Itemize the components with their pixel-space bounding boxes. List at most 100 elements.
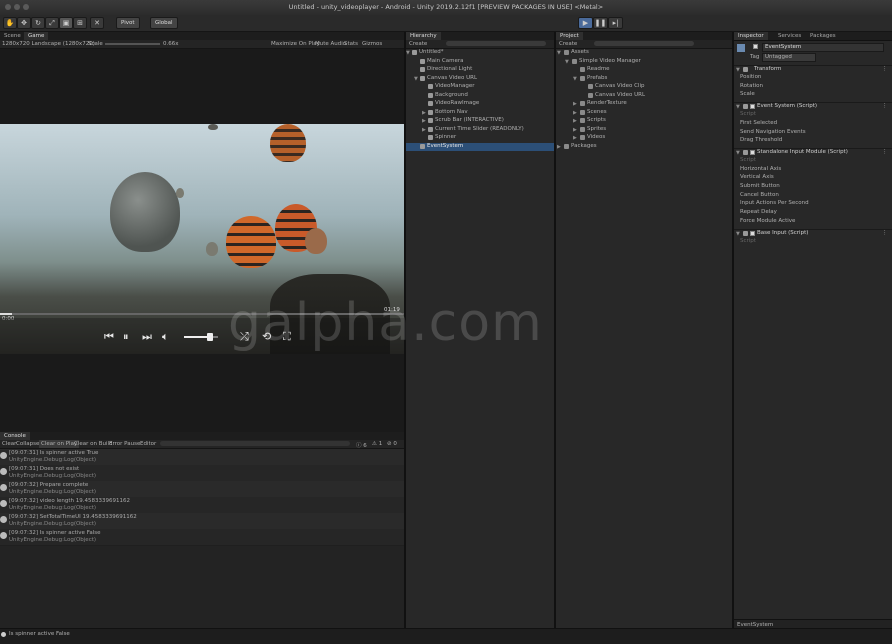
project-item[interactable]: ▶ Packages (556, 143, 732, 151)
custom-tool-icon[interactable]: ✕ (90, 17, 104, 29)
component-header[interactable]: ▼ Standalone Input Module (Script) ⋮ (734, 147, 892, 157)
foldout-arrow-icon[interactable]: ▼ (736, 67, 740, 73)
project-item[interactable]: ▼ Prefabs (556, 75, 732, 83)
collapse-button[interactable]: Collapse (16, 441, 39, 447)
expand-arrow-icon[interactable]: ▼ (406, 50, 410, 56)
gizmos-dropdown[interactable]: Gizmos (362, 41, 382, 47)
inspector-field[interactable]: Rotation (734, 83, 892, 91)
hierarchy-item[interactable]: Background (406, 92, 554, 100)
component-menu-icon[interactable]: ⋮ (882, 103, 888, 109)
inspector-field[interactable]: Force Module Active (734, 218, 892, 226)
component-enabled-checkbox[interactable] (750, 230, 755, 236)
component-enabled-checkbox[interactable] (750, 149, 755, 155)
expand-arrow-icon[interactable]: ▶ (573, 127, 577, 133)
inspector-field[interactable]: First Selected (734, 120, 892, 128)
transform-tool-icon[interactable]: ⊞ (73, 17, 87, 29)
inspector-field[interactable]: Cancel Button (734, 192, 892, 200)
rect-tool-icon[interactable]: ▣ (59, 17, 73, 29)
hierarchy-item[interactable]: ▼ Untitled* (406, 49, 554, 57)
hierarchy-item[interactable]: ▼ Canvas Video URL (406, 75, 554, 83)
rotate-tool-icon[interactable]: ↻ (31, 17, 45, 29)
console-search-input[interactable] (160, 441, 350, 446)
project-item[interactable]: Readme (556, 66, 732, 74)
tab-game[interactable]: Game (24, 32, 49, 40)
hierarchy-item[interactable]: VideoRawImage (406, 100, 554, 108)
inspector-field[interactable]: Submit Button (734, 183, 892, 191)
project-item[interactable]: ▶ Videos (556, 134, 732, 142)
project-item[interactable]: Canvas Video Clip (556, 83, 732, 91)
expand-arrow-icon[interactable]: ▶ (422, 127, 426, 133)
tab-project[interactable]: Project (556, 32, 583, 40)
component-header[interactable]: ▼ Transform ⋮ (734, 65, 892, 74)
next-icon[interactable]: ⏭ (142, 331, 152, 342)
inspector-field[interactable]: Script (734, 157, 892, 165)
resolution-dropdown[interactable]: 1280x720 Landscape (1280x720) (2, 41, 95, 47)
component-header[interactable]: ▼ Base Input (Script) ⋮ (734, 228, 892, 238)
mute-audio-toggle[interactable]: Mute Audio (315, 41, 346, 47)
component-menu-icon[interactable]: ⋮ (882, 230, 888, 236)
scale-slider[interactable] (105, 43, 160, 45)
hierarchy-item[interactable]: ▶ Scrub Bar (INTERACTIVE) (406, 117, 554, 125)
console-entry[interactable]: [09:07:32] video length 19.4583339691162… (0, 497, 404, 514)
expand-arrow-icon[interactable]: ▶ (573, 118, 577, 124)
expand-arrow-icon[interactable]: ▼ (565, 59, 569, 65)
project-search-input[interactable] (594, 41, 694, 46)
hierarchy-item[interactable]: Spinner (406, 134, 554, 142)
console-entry[interactable]: [09:07:32] Prepare complete UnityEngine.D… (0, 481, 404, 498)
tab-console[interactable]: Console (0, 432, 30, 440)
error-pause-button[interactable]: Error Pause (109, 441, 140, 447)
log-count-toggle[interactable]: ⓘ 6 (356, 441, 367, 449)
inspector-field[interactable]: Vertical Axis (734, 174, 892, 182)
volume-slider-handle[interactable] (206, 333, 213, 341)
previous-icon[interactable]: ⏮ (104, 331, 114, 342)
stats-toggle[interactable]: Stats (344, 41, 358, 47)
clear-on-build-button[interactable]: Clear on Build (74, 441, 113, 447)
component-menu-icon[interactable]: ⋮ (882, 66, 888, 72)
maximize-on-play-toggle[interactable]: Maximize On Play (271, 41, 320, 47)
expand-arrow-icon[interactable]: ▶ (573, 110, 577, 116)
tab-services[interactable]: Services (774, 32, 805, 40)
project-item[interactable]: Canvas Video URL (556, 92, 732, 100)
tag-dropdown[interactable]: Untagged (762, 53, 816, 62)
tab-scene[interactable]: Scene (0, 32, 25, 40)
hand-tool-icon[interactable]: ✋ (3, 17, 17, 29)
tab-hierarchy[interactable]: Hierarchy (406, 32, 441, 40)
expand-arrow-icon[interactable]: ▶ (422, 110, 426, 116)
tab-inspector[interactable]: Inspector (734, 32, 768, 40)
hierarchy-item[interactable]: Directional Light (406, 66, 554, 74)
volume-slider[interactable] (184, 333, 218, 341)
console-entry[interactable]: [09:07:31] Is spinner active True UnityEn… (0, 449, 404, 466)
project-item[interactable]: ▶ Sprites (556, 126, 732, 134)
inspector-field[interactable]: Script (734, 238, 892, 246)
clear-button[interactable]: Clear (2, 441, 16, 447)
console-entry[interactable]: [09:07:31] Does not exist UnityEngine.Deb… (0, 465, 404, 482)
hierarchy-item[interactable]: VideoManager (406, 83, 554, 91)
warning-count-toggle[interactable]: ⚠ 1 (372, 441, 382, 447)
inspector-field[interactable]: Input Actions Per Second (734, 200, 892, 208)
tab-packages[interactable]: Packages (806, 32, 840, 40)
scale-tool-icon[interactable]: ⤢ (45, 17, 59, 29)
expand-arrow-icon[interactable]: ▶ (422, 118, 426, 124)
hierarchy-item[interactable]: EventSystem (406, 142, 554, 151)
step-button[interactable]: ▸| (608, 17, 623, 29)
component-header[interactable]: ▼ Event System (Script) ⋮ (734, 102, 892, 111)
foldout-arrow-icon[interactable]: ▼ (736, 231, 740, 237)
pivot-toggle-button[interactable]: Pivot (116, 17, 140, 29)
pause-button[interactable]: ❚❚ (593, 17, 608, 29)
hierarchy-create-dropdown[interactable]: Create (409, 41, 427, 47)
project-item[interactable]: ▼ Assets (556, 49, 732, 57)
project-create-dropdown[interactable]: Create (559, 41, 577, 47)
hierarchy-item[interactable]: ▶ Bottom Nav (406, 109, 554, 117)
expand-arrow-icon[interactable]: ▶ (557, 144, 561, 150)
status-bar[interactable]: Is spinner active False (0, 628, 892, 644)
component-enabled-checkbox[interactable] (750, 104, 755, 110)
console-entry[interactable]: [09:07:32] SetTotalTimeUI 19.45833396911… (0, 513, 404, 530)
foldout-arrow-icon[interactable]: ▼ (736, 150, 740, 156)
volume-icon[interactable]: 🔈︎ (162, 331, 169, 342)
expand-arrow-icon[interactable]: ▼ (557, 50, 561, 56)
inspector-field[interactable]: Send Navigation Events (734, 129, 892, 137)
play-button[interactable]: ▶ (578, 17, 593, 29)
error-count-toggle[interactable]: ⊘ 0 (387, 441, 397, 447)
project-item[interactable]: ▶ Scripts (556, 117, 732, 125)
expand-arrow-icon[interactable]: ▼ (414, 76, 418, 82)
